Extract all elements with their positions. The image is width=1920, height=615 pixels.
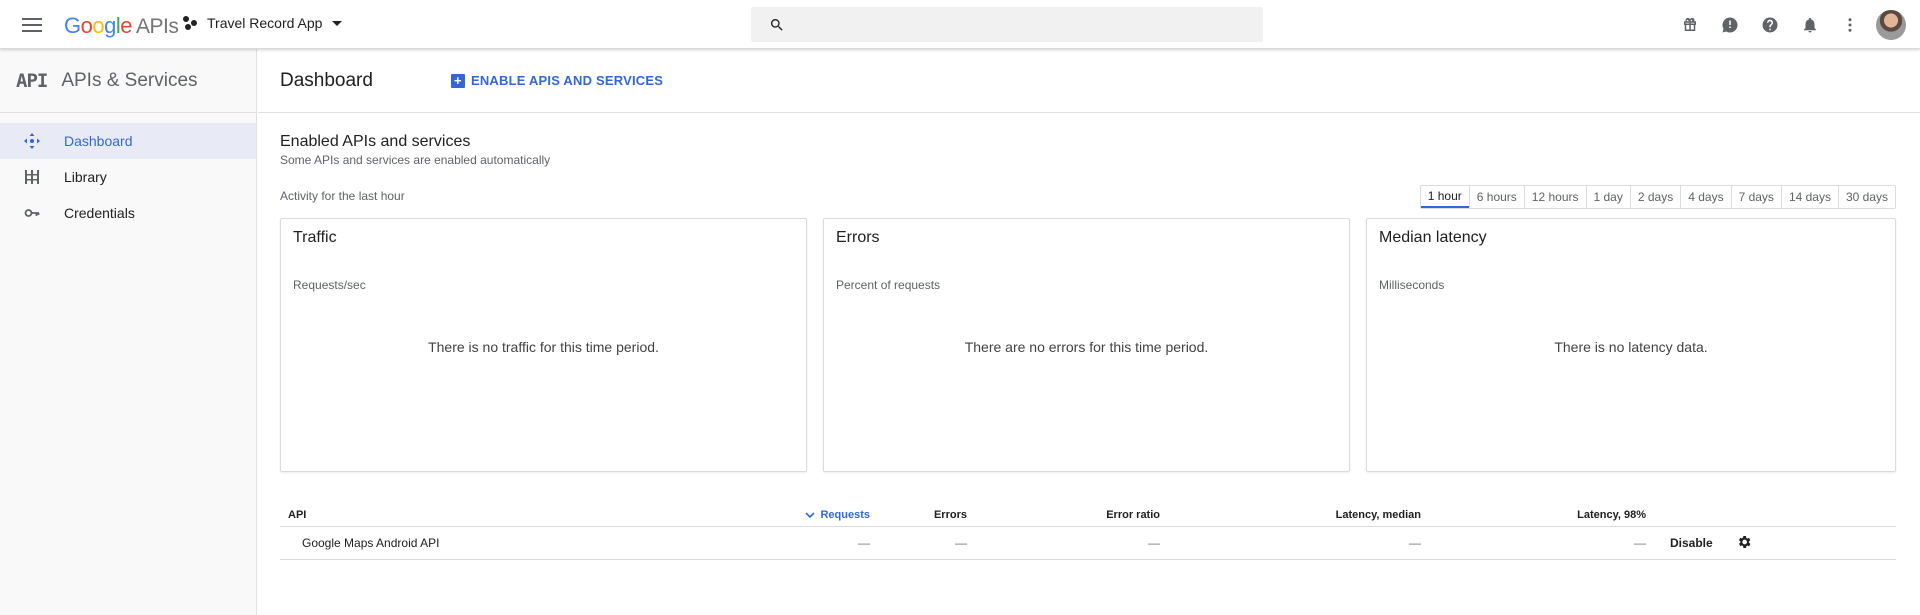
time-range-selector: 1 hour 6 hours 12 hours 1 day 2 days 4 d… [1419, 185, 1896, 209]
sidebar-item-label: Library [64, 169, 107, 185]
column-error-ratio[interactable]: Error ratio [1106, 509, 1160, 521]
time-range-1-day[interactable]: 1 day [1585, 186, 1630, 208]
table-row[interactable]: Google Maps Android API — — — — — Disabl… [280, 527, 1896, 560]
main-content: Dashboard + ENABLE APIS AND SERVICES Ena… [258, 49, 1920, 615]
column-errors[interactable]: Errors [934, 509, 967, 521]
top-bar: Google APIs Travel Record App [0, 0, 1920, 49]
time-range-30-days[interactable]: 30 days [1837, 186, 1895, 208]
column-latency-median[interactable]: Latency, median [1336, 509, 1421, 521]
card-subtitle: Requests/sec [293, 278, 366, 292]
library-icon [24, 169, 40, 185]
help-icon[interactable] [1750, 5, 1790, 45]
latency-card: Median latency Milliseconds There is no … [1366, 218, 1896, 472]
more-vert-icon[interactable] [1830, 5, 1870, 45]
time-range-14-days[interactable]: 14 days [1780, 186, 1838, 208]
sidebar-nav: Dashboard Library Credentials [0, 113, 256, 231]
page-title: Dashboard [280, 69, 373, 91]
card-subtitle: Milliseconds [1379, 278, 1445, 292]
metric-cards: Traffic Requests/sec There is no traffic… [280, 218, 1896, 472]
card-subtitle: Percent of requests [836, 278, 941, 292]
project-name: Travel Record App [207, 15, 323, 31]
sidebar-item-credentials[interactable]: Credentials [0, 195, 256, 231]
menu-icon[interactable] [20, 14, 44, 34]
card-message: There is no traffic for this time period… [428, 339, 659, 355]
sidebar-item-label: Dashboard [64, 133, 133, 149]
activity-label: Activity for the last hour [280, 189, 405, 203]
requests-value: — [858, 536, 870, 550]
sidebar-title: APIs & Services [61, 69, 198, 91]
feedback-icon[interactable] [1710, 5, 1750, 45]
enable-apis-button[interactable]: + ENABLE APIS AND SERVICES [450, 73, 664, 88]
google-apis-logo[interactable]: Google APIs [64, 13, 179, 39]
dashboard-content: Enabled APIs and services Some APIs and … [280, 133, 1896, 560]
card-title: Traffic [293, 229, 337, 246]
sidebar-item-label: Credentials [64, 205, 135, 221]
card-message: There are no errors for this time period… [964, 339, 1209, 355]
card-title: Errors [836, 229, 880, 246]
column-api[interactable]: API [288, 509, 306, 521]
latency-median-value: — [1409, 536, 1421, 550]
caret-down-icon [332, 20, 343, 26]
main-header: Dashboard + ENABLE APIS AND SERVICES [258, 49, 1920, 113]
project-selector[interactable]: Travel Record App [183, 15, 343, 31]
time-range-6-hours[interactable]: 6 hours [1468, 186, 1524, 208]
api-logo-icon: API [16, 69, 48, 92]
sidebar-header: API APIs & Services [0, 49, 256, 113]
section-title: Enabled APIs and services [280, 133, 471, 150]
sidebar-item-library[interactable]: Library [0, 159, 256, 195]
gear-icon[interactable] [1736, 534, 1752, 553]
api-name-link[interactable]: Google Maps Android API [302, 536, 439, 550]
time-range-2-days[interactable]: 2 days [1629, 186, 1680, 208]
latency-98-value: — [1634, 536, 1646, 550]
error-ratio-value: — [1148, 536, 1160, 550]
section-subtitle: Some APIs and services are enabled autom… [280, 153, 551, 167]
project-icon [183, 15, 199, 31]
sidebar: API APIs & Services Dashboard Library Cr… [0, 49, 257, 615]
search-icon [770, 18, 783, 31]
search-bar[interactable] [751, 7, 1263, 42]
notifications-icon[interactable] [1790, 5, 1830, 45]
avatar[interactable] [1876, 9, 1906, 40]
traffic-card: Traffic Requests/sec There is no traffic… [280, 218, 807, 472]
key-icon [24, 205, 40, 221]
card-message: There is no latency data. [1554, 339, 1708, 355]
sidebar-item-dashboard[interactable]: Dashboard [0, 123, 256, 159]
time-range-4-days[interactable]: 4 days [1680, 186, 1730, 208]
dashboard-icon [24, 133, 40, 149]
column-latency-98[interactable]: Latency, 98% [1577, 509, 1646, 521]
errors-value: — [955, 536, 967, 550]
sort-down-icon [805, 512, 816, 519]
card-title: Median latency [1379, 229, 1487, 246]
time-range-1-hour[interactable]: 1 hour [1420, 186, 1469, 208]
column-requests[interactable]: Requests [804, 509, 870, 521]
time-range-7-days[interactable]: 7 days [1730, 186, 1781, 208]
table-header: API Requests Errors Error ratio Latency,… [280, 505, 1896, 527]
time-range-12-hours[interactable]: 12 hours [1523, 186, 1586, 208]
disable-button[interactable]: Disable [1670, 536, 1713, 550]
enable-apis-label: ENABLE APIS AND SERVICES [470, 73, 664, 88]
errors-card: Errors Percent of requests There are no … [823, 218, 1350, 472]
add-icon: + [450, 73, 465, 88]
search-input[interactable] [797, 16, 1237, 33]
gift-icon[interactable] [1670, 5, 1710, 45]
api-table: API Requests Errors Error ratio Latency,… [280, 505, 1896, 560]
